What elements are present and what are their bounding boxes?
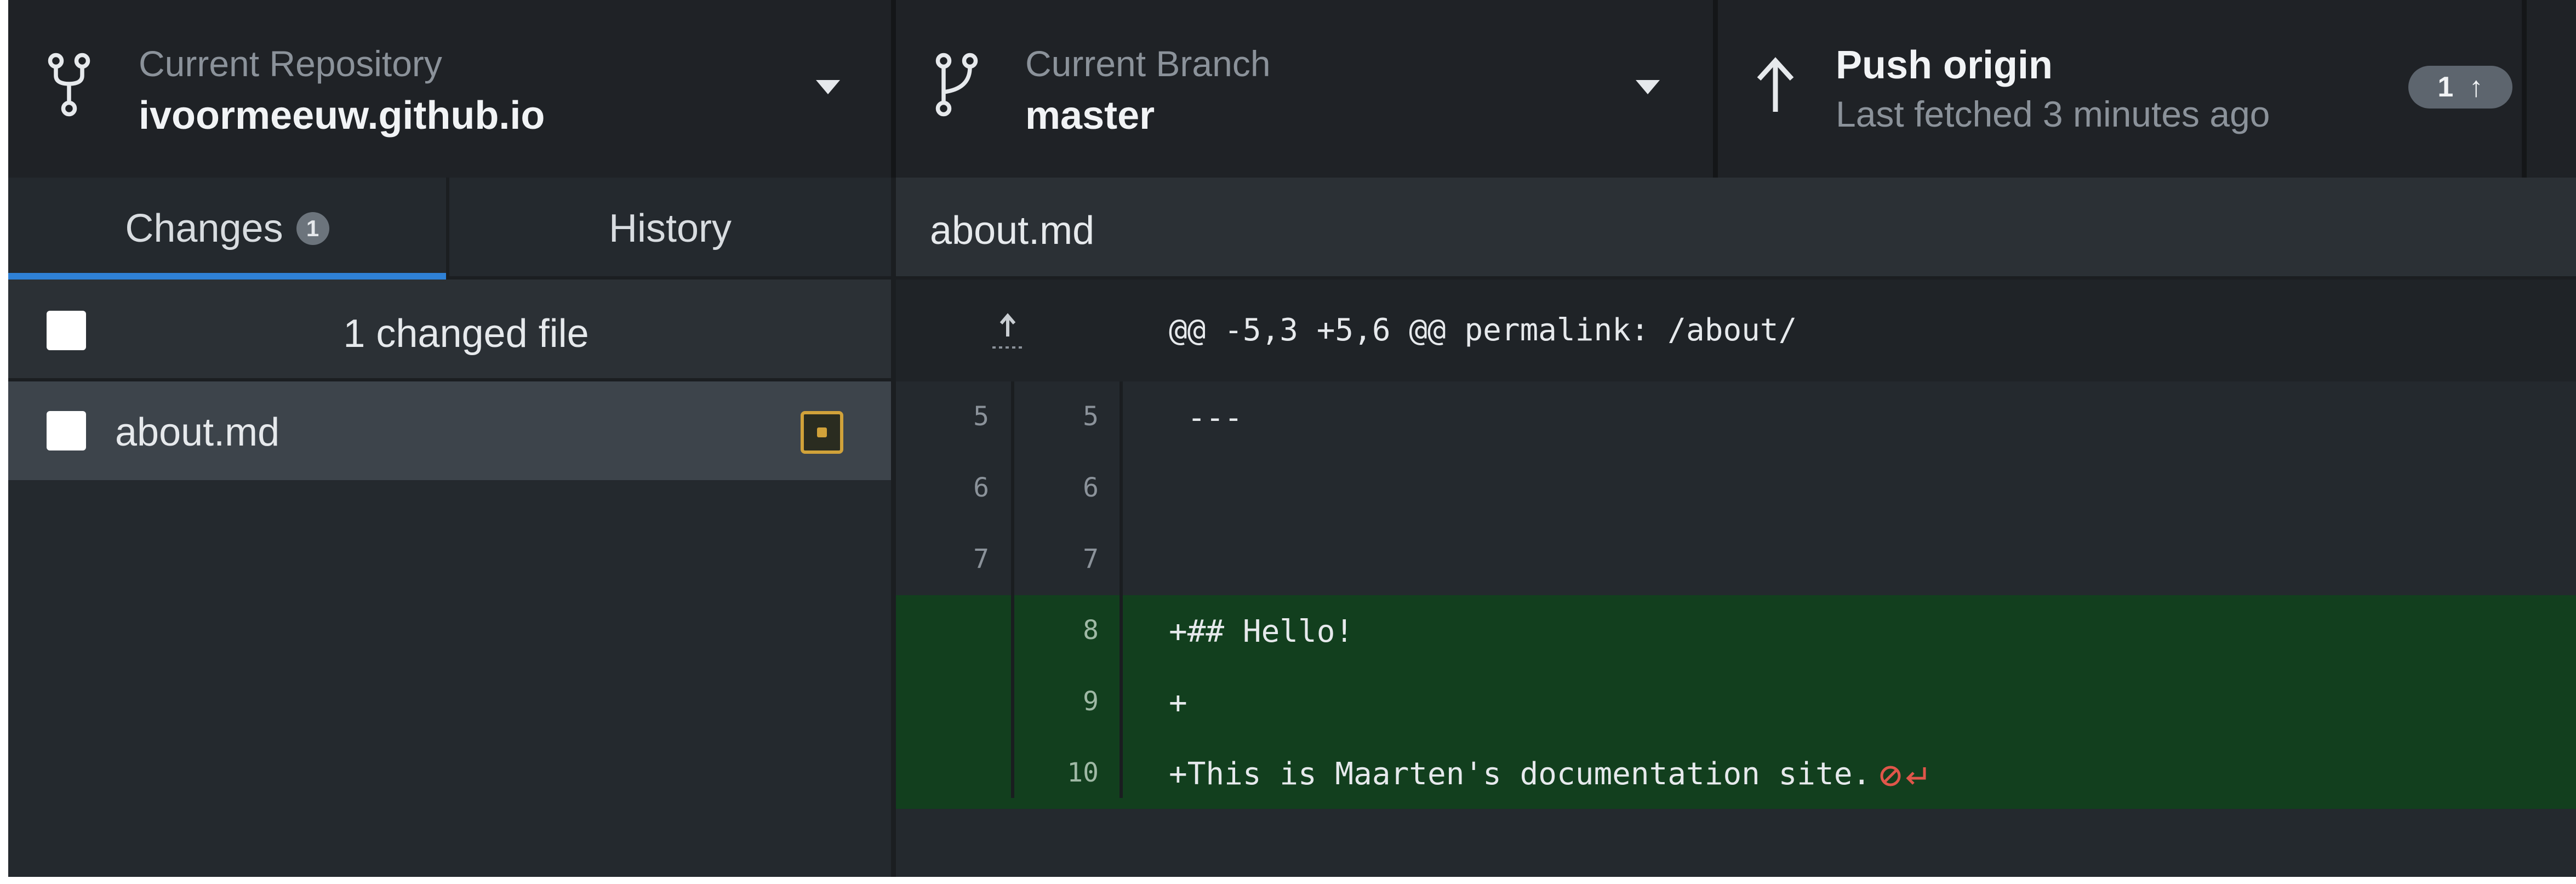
tab-changes-label: Changes: [125, 207, 283, 250]
diff-line[interactable]: 5 5 ---: [896, 381, 2576, 453]
changes-count-badge: 1: [296, 212, 329, 245]
last-fetched-text: Last fetched 3 minutes ago: [1836, 94, 2270, 134]
toolbar: Current Repository ivoormeeuw.github.io …: [8, 0, 2576, 178]
repository-selector[interactable]: Current Repository ivoormeeuw.github.io: [8, 0, 896, 178]
diff-line[interactable]: 7 7: [896, 524, 2576, 595]
old-line-number: 6: [973, 472, 989, 503]
new-line-number: 9: [1083, 686, 1099, 717]
line-content: +This is Maarten's documentation site.: [1169, 756, 1871, 792]
repository-name: ivoormeeuw.github.io: [139, 94, 545, 138]
changed-files-count: 1 changed file: [343, 312, 589, 356]
diff-line-added[interactable]: 8 +## Hello!: [896, 595, 2576, 666]
old-line-number: 5: [973, 401, 989, 432]
gutter-divider: [1011, 381, 1014, 798]
changes-sidebar: Changes 1 History 1 changed file about.m…: [8, 178, 896, 877]
ahead-count: 1: [2437, 71, 2454, 103]
file-list-item[interactable]: about.md: [8, 381, 891, 480]
hunk-header-text: @@ -5,3 +5,6 @@ permalink: /about/: [1169, 312, 1797, 348]
line-content-wrapper: +This is Maarten's documentation site.: [1169, 756, 1931, 792]
gutter-divider: [1119, 381, 1123, 798]
diff-line-added[interactable]: 9 +: [896, 666, 2576, 738]
chevron-down-icon: [816, 80, 840, 94]
file-name: about.md: [115, 410, 280, 454]
branch-title: Current Branch: [1025, 43, 1271, 84]
line-content: +: [1169, 685, 1187, 721]
branch-icon: [935, 53, 978, 117]
new-line-number: 10: [1067, 757, 1099, 788]
ahead-count-badge: 1 ↑: [2408, 66, 2512, 109]
expand-up-icon[interactable]: [988, 305, 1027, 354]
sidebar-tabs: Changes 1 History: [8, 178, 891, 280]
repo-icon: [48, 53, 90, 117]
diff-line[interactable]: 6 6: [896, 453, 2576, 524]
branch-selector[interactable]: Current Branch master: [896, 0, 1718, 178]
new-line-number: 5: [1083, 401, 1099, 432]
line-content: ---: [1169, 400, 1243, 436]
diff-line-added[interactable]: 10 +This is Maarten's documentation site…: [896, 738, 2576, 809]
new-line-number: 6: [1083, 472, 1099, 503]
active-tab-indicator: [8, 273, 446, 280]
push-origin-button[interactable]: Push origin Last fetched 3 minutes ago 1…: [1718, 0, 2527, 178]
arrow-up-icon: [1757, 57, 1794, 112]
push-title: Push origin: [1836, 43, 2053, 87]
tab-history-label: History: [608, 207, 732, 250]
modified-icon: [801, 411, 843, 454]
github-desktop-window: Current Repository ivoormeeuw.github.io …: [8, 0, 2576, 877]
no-newline-icon: [1880, 766, 1926, 786]
diff-filename: about.md: [930, 209, 1095, 253]
chevron-down-icon: [1636, 80, 1660, 94]
file-checkbox[interactable]: [47, 411, 86, 450]
new-line-number: 7: [1083, 544, 1099, 574]
hunk-header: @@ -5,3 +5,6 @@ permalink: /about/: [896, 280, 2576, 381]
new-line-number: 8: [1083, 615, 1099, 646]
line-content: +## Hello!: [1169, 614, 1354, 649]
diff-view: about.md @@ -5,3 +5,6 @@ permalink: /abo…: [896, 178, 2576, 877]
tab-history[interactable]: History: [449, 178, 891, 280]
ahead-arrow: ↑: [2469, 71, 2483, 103]
old-line-number: 7: [973, 544, 989, 574]
diff-file-header: about.md: [896, 178, 2576, 280]
repository-title: Current Repository: [139, 43, 442, 84]
branch-name: master: [1025, 94, 1155, 138]
changed-files-header: 1 changed file: [8, 280, 891, 381]
tab-changes[interactable]: Changes 1: [8, 178, 449, 280]
